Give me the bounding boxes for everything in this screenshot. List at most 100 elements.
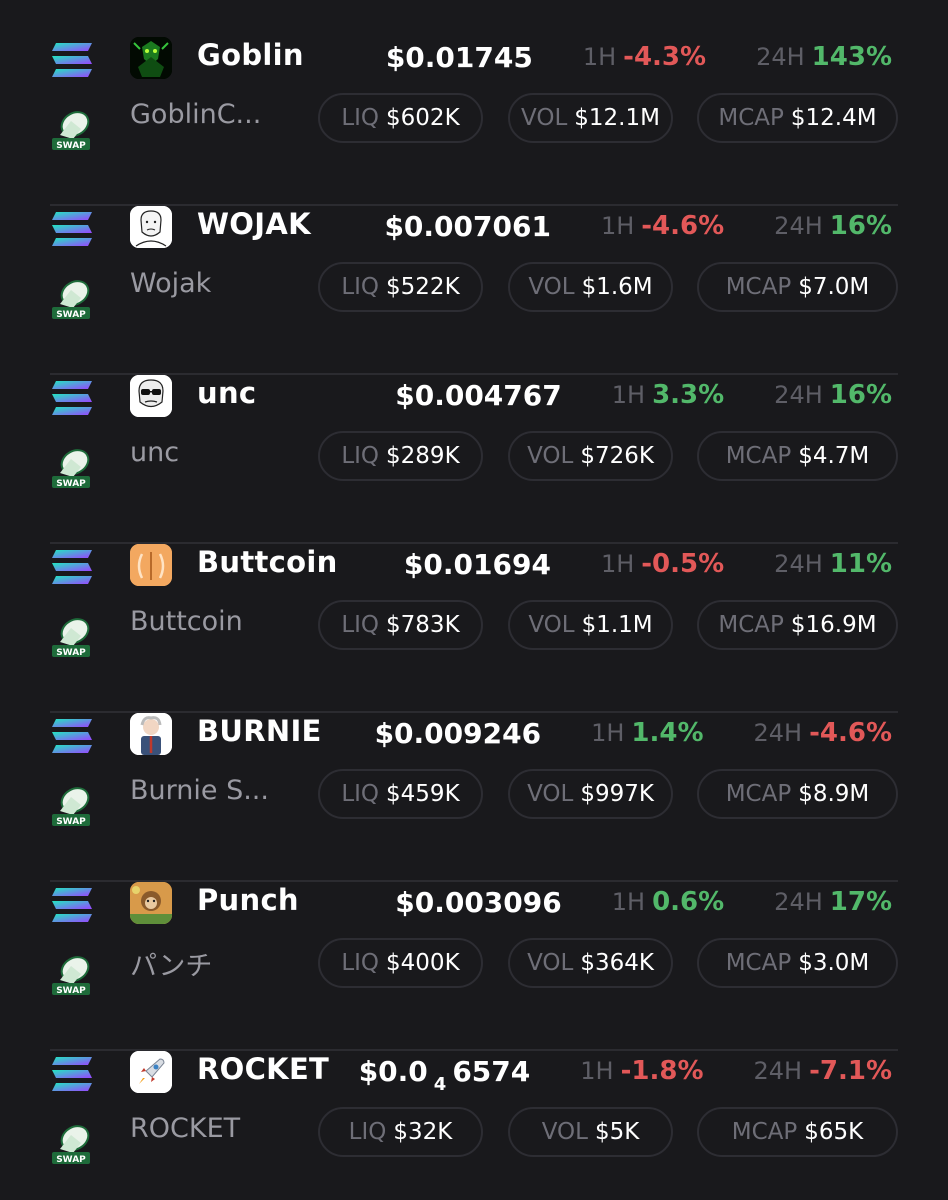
- price-line: $0.0 4 6574 1H -1.8% 24H -7.1%: [359, 1051, 892, 1095]
- token-name: Buttcoin: [130, 606, 243, 637]
- label-24h: 24H: [774, 381, 823, 409]
- token-name: Wojak: [130, 268, 212, 299]
- vol-value: $1.6M: [581, 274, 653, 300]
- vol-label: VOL: [521, 105, 568, 131]
- token-price: $0.004767: [395, 378, 562, 412]
- label-1h: 1H: [582, 43, 617, 71]
- solana-icon: [52, 550, 92, 584]
- liq-label: LIQ: [341, 274, 380, 300]
- price-line: $0.003096 1H 0.6% 24H 17%: [395, 882, 892, 922]
- token-row[interactable]: SWAP WOJAK Wojak $0.007061 1H -4.6% 24H 16…: [0, 206, 948, 375]
- token-symbol: WOJAK: [197, 207, 311, 241]
- change-1h: -1.8%: [620, 1056, 704, 1086]
- change-1h: 0.6%: [652, 887, 725, 917]
- price-line: $0.01745 1H -4.3% 24H 143%: [386, 37, 892, 77]
- burnie-avatar-icon: [130, 713, 172, 755]
- label-1h: 1H: [611, 381, 646, 409]
- liq-value: $522K: [386, 274, 460, 300]
- label-1h: 1H: [591, 719, 625, 747]
- vol-value: $12.1M: [574, 105, 660, 131]
- vol-value: $364K: [580, 950, 654, 976]
- token-symbol: Buttcoin: [197, 545, 338, 579]
- change-1h: 1.4%: [631, 718, 704, 748]
- token-row[interactable]: SWAP BURNIE Burnie S... $0.009246 1H 1.4%…: [0, 713, 948, 882]
- change-24h: -4.6%: [809, 718, 892, 748]
- change-1h: -4.3%: [623, 42, 707, 72]
- rocket-icon: [130, 1051, 172, 1093]
- vol-label: VOL: [527, 781, 574, 807]
- vol-value: $5K: [594, 1119, 640, 1145]
- swap-pill-icon: SWAP: [52, 956, 90, 996]
- token-row[interactable]: SWAP Buttcoin Buttcoin $0.01694 1H -0.5% …: [0, 544, 948, 713]
- swap-pill-icon: SWAP: [52, 787, 90, 827]
- mcap-label: MCAP: [725, 274, 792, 300]
- unc-avatar-icon: [130, 375, 172, 417]
- token-row[interactable]: SWAP ROCKET ROCKET $0.0 4 6574 1H -1.8% 24H…: [0, 1051, 948, 1200]
- token-symbol: BURNIE: [197, 714, 322, 748]
- market-cap-pill: MCAP $12.4M: [697, 93, 898, 143]
- token-list: SWAP Goblin GoblinC... $0.01745 1H -4.3% …: [0, 0, 948, 1200]
- token-price: $0.0 4 6574: [359, 1054, 531, 1095]
- buttcoin-avatar-icon: [130, 544, 172, 586]
- vol-label: VOL: [528, 612, 575, 638]
- volume-pill: VOL $364K: [508, 938, 673, 988]
- solana-icon: [52, 212, 92, 246]
- change-24h: 11%: [829, 549, 892, 579]
- liq-value: $32K: [393, 1119, 453, 1145]
- liquidity-pill: LIQ $32K: [318, 1107, 483, 1157]
- market-cap-pill: MCAP $3.0M: [697, 938, 898, 988]
- volume-pill: VOL $997K: [508, 769, 673, 819]
- label-1h: 1H: [600, 212, 635, 240]
- market-cap-pill: MCAP $7.0M: [697, 262, 898, 312]
- swap-pill-icon: SWAP: [52, 618, 90, 658]
- mcap-label: MCAP: [725, 781, 792, 807]
- swap-label: SWAP: [56, 1155, 86, 1165]
- change-24h: 16%: [829, 211, 892, 241]
- token-name: unc: [130, 437, 180, 468]
- price-line: $0.004767 1H 3.3% 24H 16%: [395, 375, 892, 415]
- mcap-label: MCAP: [725, 950, 792, 976]
- change-1h: -0.5%: [641, 549, 725, 579]
- mcap-label: MCAP: [731, 1119, 798, 1145]
- change-1h: 3.3%: [652, 380, 725, 410]
- volume-pill: VOL $726K: [508, 431, 673, 481]
- market-cap-pill: MCAP $65K: [697, 1107, 898, 1157]
- solana-icon: [52, 1057, 92, 1091]
- volume-pill: VOL $1.6M: [508, 262, 673, 312]
- solana-icon: [52, 43, 92, 77]
- mcap-value: $12.4M: [790, 105, 877, 131]
- label-24h: 24H: [774, 212, 823, 240]
- liq-value: $289K: [386, 443, 460, 469]
- change-24h: 17%: [829, 887, 892, 917]
- mcap-value: $65K: [804, 1119, 864, 1145]
- solana-icon: [52, 888, 92, 922]
- price-line: $0.009246 1H 1.4% 24H -4.6%: [375, 713, 892, 753]
- market-cap-pill: MCAP $16.9M: [697, 600, 898, 650]
- swap-label: SWAP: [56, 141, 86, 151]
- solana-icon: [52, 719, 92, 753]
- vol-label: VOL: [528, 274, 575, 300]
- token-row[interactable]: SWAP Punch パンチ $0.003096 1H 0.6% 24H 17% L…: [0, 882, 948, 1051]
- swap-label: SWAP: [56, 986, 86, 996]
- mcap-label: MCAP: [718, 612, 784, 638]
- mcap-value: $8.9M: [798, 781, 870, 807]
- punch-avatar-icon: [130, 882, 172, 924]
- token-symbol: Goblin: [197, 38, 304, 72]
- liq-label: LIQ: [341, 950, 380, 976]
- liquidity-pill: LIQ $602K: [318, 93, 483, 143]
- swap-label: SWAP: [56, 310, 86, 320]
- price-tail: 6574: [452, 1054, 531, 1088]
- mcap-value: $4.7M: [798, 443, 870, 469]
- token-row[interactable]: SWAP Goblin GoblinC... $0.01745 1H -4.3% …: [0, 37, 948, 206]
- liq-value: $783K: [386, 612, 460, 638]
- token-price: $0.009246: [374, 716, 542, 750]
- volume-pill: VOL $5K: [508, 1107, 673, 1157]
- token-row[interactable]: SWAP unc unc $0.004767 1H 3.3% 24H 16% LIQ…: [0, 375, 948, 544]
- price-line: $0.01694 1H -0.5% 24H 11%: [404, 544, 892, 584]
- swap-pill-icon: SWAP: [52, 449, 90, 489]
- label-24h: 24H: [753, 719, 803, 747]
- token-name: ROCKET: [130, 1113, 241, 1144]
- liq-label: LIQ: [348, 1119, 387, 1145]
- vol-label: VOL: [541, 1119, 588, 1145]
- price-zero-count: 4: [433, 1073, 447, 1095]
